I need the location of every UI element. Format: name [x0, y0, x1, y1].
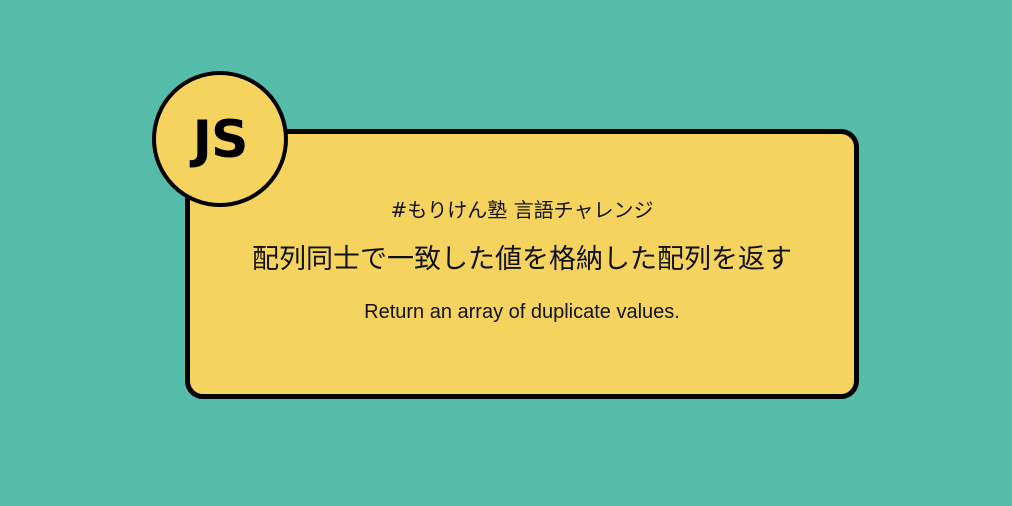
- challenge-title-ja: 配列同士で一致した値を格納した配列を返す: [252, 244, 792, 275]
- challenge-title-en: Return an array of duplicate values.: [364, 301, 680, 323]
- challenge-tag: #もりけん塾 言語チャレンジ: [390, 198, 654, 222]
- js-badge: JS: [152, 71, 288, 207]
- js-badge-label: JS: [192, 110, 249, 170]
